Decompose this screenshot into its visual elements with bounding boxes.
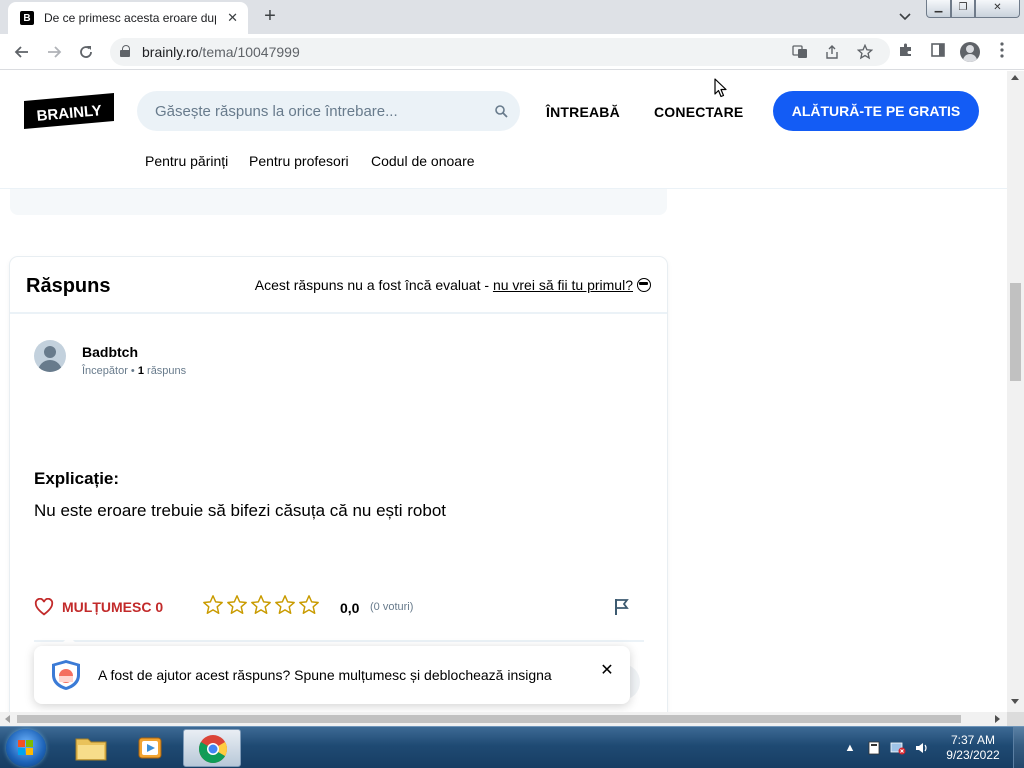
vertical-scroll-thumb[interactable] — [1010, 283, 1021, 381]
profile-avatar-icon[interactable] — [960, 42, 980, 62]
scroll-up-arrow-icon[interactable] — [1011, 75, 1019, 80]
bookmark-star-icon[interactable] — [855, 42, 875, 62]
site-header: BRAINLY Găsește răspuns la orice întreba… — [0, 71, 1007, 189]
tray-action-center-icon[interactable] — [866, 741, 882, 755]
page-viewport: BRAINLY Găsește răspuns la orice întreba… — [0, 71, 1007, 712]
lock-icon — [120, 45, 130, 57]
search-placeholder: Găsește răspuns la orice întrebare... — [155, 103, 398, 120]
scroll-down-arrow-icon[interactable] — [1011, 699, 1019, 704]
rating-value: 0,0 — [340, 600, 360, 616]
join-free-button[interactable]: ALĂTURĂ-TE PE GRATIS — [773, 91, 979, 131]
share-icon[interactable] — [822, 42, 842, 62]
close-window-button[interactable]: ✕ — [975, 0, 1020, 18]
tray-show-hidden-icon[interactable]: ▲ — [842, 741, 858, 755]
answer-card: Răspuns Acest răspuns nu a fost încă eva… — [10, 257, 667, 712]
avatar[interactable] — [34, 340, 66, 372]
clock-time: 7:37 AM — [950, 733, 996, 747]
report-flag-icon[interactable] — [612, 597, 632, 617]
search-icon[interactable] — [494, 104, 508, 118]
tab-search-chevron-icon[interactable] — [894, 6, 916, 28]
new-tab-button[interactable]: + — [258, 5, 282, 29]
sunglasses-emoji-icon — [637, 278, 651, 292]
start-button-windows-icon[interactable] — [6, 729, 46, 767]
heart-icon — [34, 598, 54, 616]
vertical-scrollbar[interactable] — [1007, 71, 1024, 712]
brainly-favicon-icon: B — [20, 11, 34, 25]
horizontal-scroll-thumb[interactable] — [17, 715, 961, 723]
answer-section-title: Răspuns — [26, 275, 111, 297]
rating-note: Acest răspuns nu a fost încă evaluat - n… — [255, 277, 651, 293]
clock-date: 9/23/2022 — [946, 748, 1000, 762]
answer-card-header: Răspuns Acest răspuns nu a fost încă eva… — [10, 257, 667, 314]
scrollbar-corner — [1007, 712, 1024, 726]
tab-close-icon[interactable]: ✕ — [227, 10, 238, 26]
taskbar-media-player-icon[interactable] — [122, 729, 180, 767]
ask-link[interactable]: ÎNTREABĂ — [546, 104, 620, 120]
previous-card-bottom — [10, 189, 667, 215]
subnav-teachers-link[interactable]: Pentru profesori — [249, 153, 349, 169]
login-link[interactable]: CONECTARE — [654, 104, 743, 120]
subnav-parents-link[interactable]: Pentru părinți — [145, 153, 228, 169]
author-name[interactable]: Badbtch — [82, 344, 138, 360]
url-text: brainly.ro/tema/10047999 — [142, 44, 300, 60]
explanation-title: Explicație: — [34, 469, 120, 488]
tray-volume-icon[interactable] — [914, 741, 930, 755]
brainly-logo[interactable]: BRAINLY — [24, 93, 114, 129]
search-input[interactable]: Găsește răspuns la orice întrebare... — [137, 91, 520, 131]
browser-tab[interactable]: B De ce primesc acesta eroare dup ✕ — [8, 2, 248, 34]
thanks-toast: A fost de ajutor acest răspuns? Spune mu… — [34, 646, 630, 704]
system-tray: ▲ — [842, 731, 938, 765]
star-1-icon[interactable] — [202, 594, 224, 616]
star-3-icon[interactable] — [250, 594, 272, 616]
card-divider — [34, 640, 644, 642]
tray-network-icon[interactable] — [890, 741, 906, 755]
horizontal-scrollbar[interactable] — [0, 712, 1007, 726]
side-panel-icon[interactable] — [928, 42, 948, 62]
star-5-icon[interactable] — [298, 594, 320, 616]
rate-first-link[interactable]: nu vrei să fii tu primul? — [493, 277, 633, 293]
address-bar[interactable]: brainly.ro/tema/10047999 — [110, 38, 890, 66]
subnav-honor-code-link[interactable]: Codul de onoare — [371, 153, 475, 169]
chrome-menu-icon[interactable] — [992, 42, 1012, 62]
toast-text: A fost de ajutor acest răspuns? Spune mu… — [98, 667, 552, 683]
window-controls: ▁ ❐ ✕ — [926, 0, 1020, 18]
reload-icon[interactable] — [74, 40, 98, 64]
taskbar-chrome-icon[interactable] — [183, 729, 241, 767]
author-rank: Începător • 1 răspuns — [82, 365, 187, 377]
thanks-button[interactable]: MULȚUMESC 0 — [34, 597, 163, 617]
star-2-icon[interactable] — [226, 594, 248, 616]
browser-tab-strip: B De ce primesc acesta eroare dup ✕ + ▁ … — [0, 0, 1024, 34]
back-icon[interactable] — [10, 40, 34, 64]
thanks-label: MULȚUMESC 0 — [62, 599, 164, 615]
star-rating[interactable] — [202, 594, 322, 616]
minimize-window-button[interactable]: ▁ — [926, 0, 951, 18]
votes-count: (0 voturi) — [370, 601, 414, 613]
star-4-icon[interactable] — [274, 594, 296, 616]
close-icon[interactable]: ✕ — [598, 662, 616, 680]
mouse-cursor-icon — [714, 78, 727, 98]
taskbar-explorer-icon[interactable] — [62, 729, 120, 767]
show-desktop-button[interactable] — [1013, 727, 1024, 768]
windows-taskbar: ▲ 7:37 AM 9/23/2022 — [0, 726, 1024, 768]
extensions-puzzle-icon[interactable] — [896, 42, 916, 62]
forward-icon[interactable] — [42, 40, 66, 64]
explanation-text: Nu este eroare trebuie să bifezi căsuța … — [34, 501, 447, 520]
scroll-left-arrow-icon[interactable] — [5, 715, 10, 723]
browser-toolbar: brainly.ro/tema/10047999 — [0, 34, 1024, 70]
tab-title: De ce primesc acesta eroare dup — [44, 11, 216, 25]
scroll-right-arrow-icon[interactable] — [995, 715, 1000, 723]
restore-window-button[interactable]: ❐ — [951, 0, 975, 18]
taskbar-clock[interactable]: 7:37 AM 9/23/2022 — [940, 733, 1006, 763]
badge-shield-icon — [52, 660, 80, 690]
translate-icon[interactable] — [790, 42, 810, 62]
